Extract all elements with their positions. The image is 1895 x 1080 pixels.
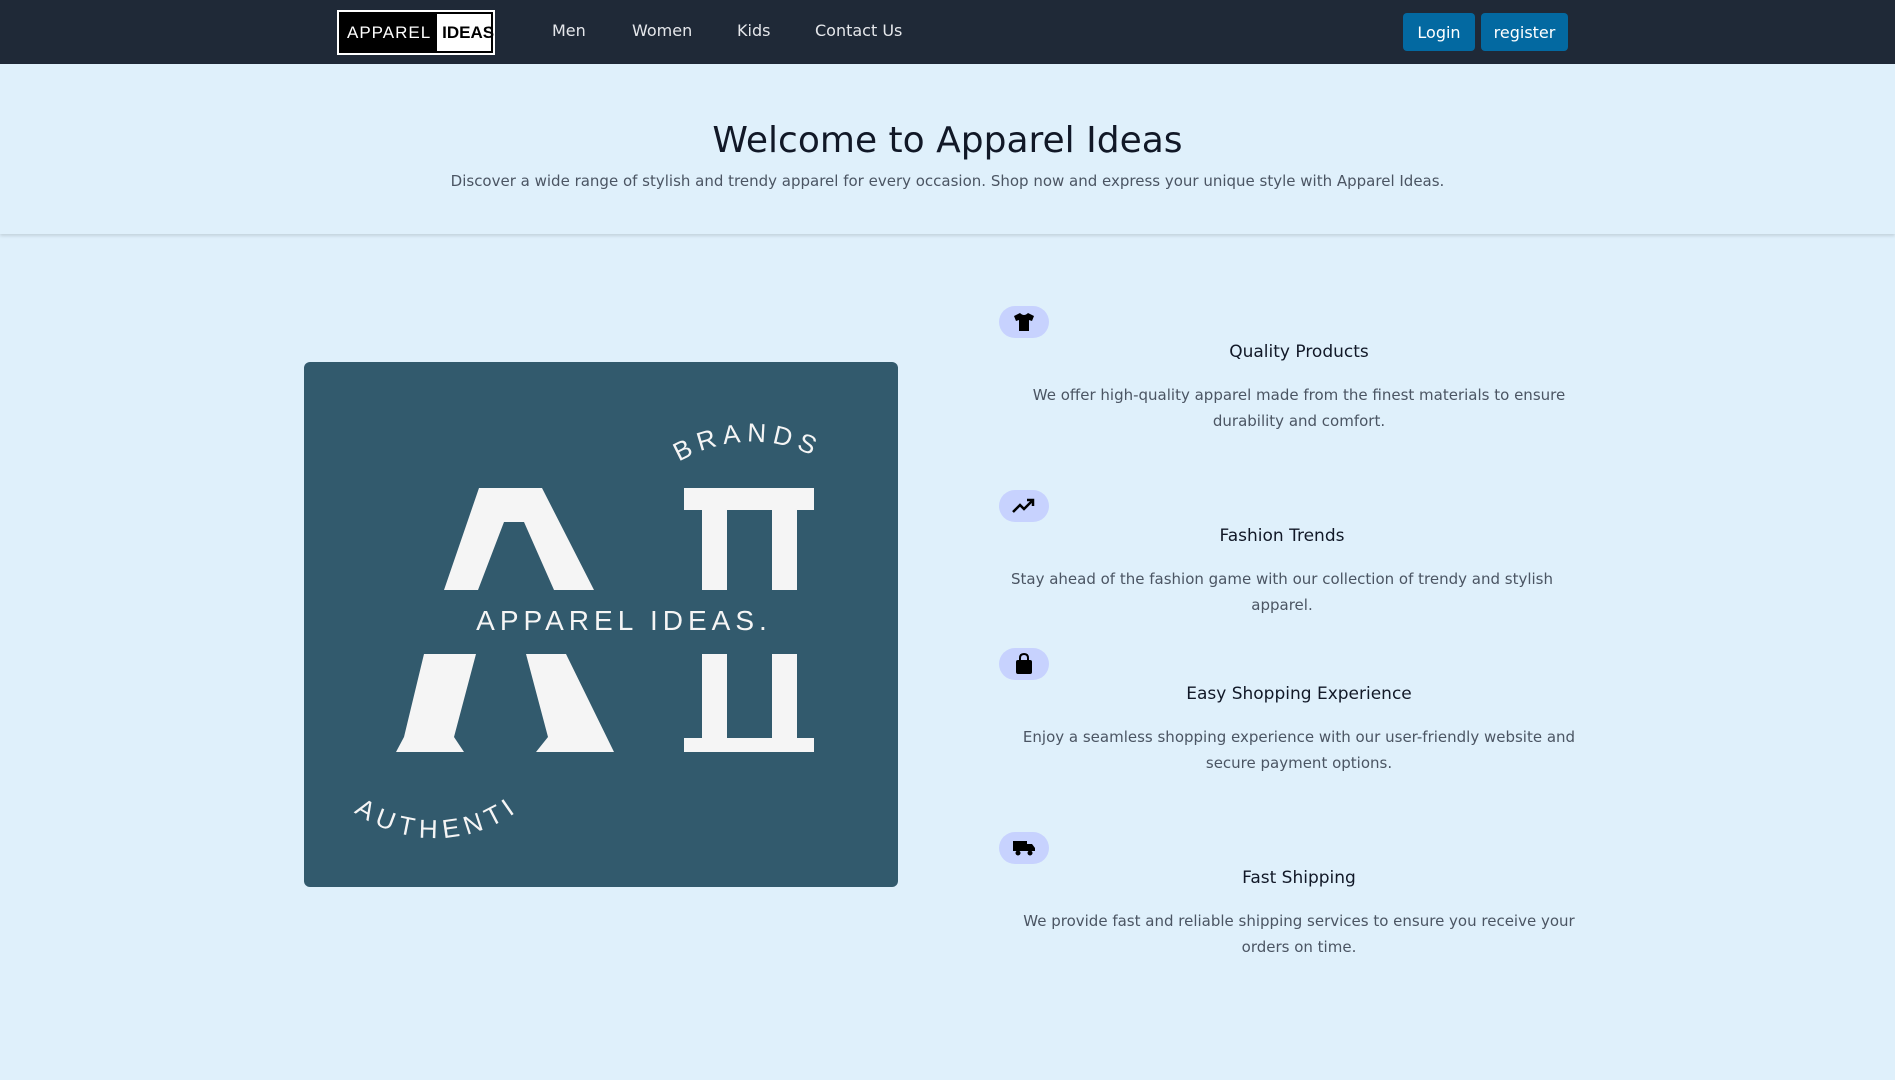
feature-desc-quality: We offer high-quality apparel made from … <box>1032 386 1566 430</box>
feature-title-shopping: Easy Shopping Experience <box>1186 684 1412 704</box>
brand-center-text: APPAREL IDEAS. <box>476 605 772 636</box>
nav-link-women[interactable]: Women <box>632 21 692 40</box>
nav-link-contact-us[interactable]: Contact Us <box>815 21 902 40</box>
trending-up-icon <box>999 490 1049 522</box>
truck-icon <box>999 832 1049 864</box>
brand-bottom-text: AUTHENTIC <box>304 362 524 844</box>
nav-link-kids[interactable]: Kids <box>737 21 770 40</box>
feature-desc-trends: Stay ahead of the fashion game with our … <box>1010 570 1553 614</box>
hero-subtitle: Discover a wide range of stylish and tre… <box>450 172 1445 190</box>
logo-text-apparel: APPAREL <box>341 14 438 51</box>
feature-title-trends: Fashion Trends <box>1219 526 1345 546</box>
hero-section: Welcome to Apparel Ideas Discover a wide… <box>0 64 1895 234</box>
shopping-bag-icon <box>999 648 1049 680</box>
navbar: APPAREL IDEAS Men Women Kids Contact Us … <box>0 0 1895 64</box>
feature-desc-shipping: We provide fast and reliable shipping se… <box>1023 912 1575 956</box>
feature-title-quality: Quality Products <box>1229 342 1369 362</box>
site-logo[interactable]: APPAREL IDEAS <box>337 10 495 55</box>
nav-link-men[interactable]: Men <box>552 21 586 40</box>
shirt-icon <box>999 306 1049 338</box>
feature-title-shipping: Fast Shipping <box>1242 868 1356 888</box>
brand-top-text: BRANDS <box>668 417 827 467</box>
feature-desc-shopping: Enjoy a seamless shopping experience wit… <box>1022 728 1576 772</box>
logo-text-ideas: IDEAS <box>442 22 495 42</box>
logo-frame: APPAREL IDEAS <box>339 12 494 53</box>
login-button[interactable]: Login <box>1403 13 1475 51</box>
register-button[interactable]: register <box>1481 13 1568 51</box>
page-title: Welcome to Apparel Ideas <box>712 120 1183 161</box>
brand-logo-image: APPAREL IDEAS. BRANDS AUTHENTIC <box>304 362 898 887</box>
brand-logo-graphic: APPAREL IDEAS. BRANDS AUTHENTIC <box>304 362 827 844</box>
